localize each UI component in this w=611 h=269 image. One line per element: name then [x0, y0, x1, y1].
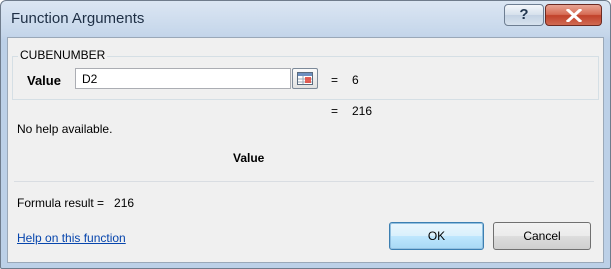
- function-help-text: No help available.: [17, 122, 113, 136]
- function-name: CUBENUMBER: [18, 48, 108, 62]
- help-on-function-link[interactable]: Help on this function: [17, 231, 126, 245]
- close-button[interactable]: [545, 4, 602, 26]
- value-argument-input[interactable]: [75, 68, 291, 89]
- title-bar[interactable]: Function Arguments ?: [1, 1, 610, 39]
- result-equals-sign: =: [331, 104, 339, 118]
- dialog-title: Function Arguments: [11, 10, 145, 27]
- argument-equals-sign: =: [331, 73, 339, 87]
- cancel-button[interactable]: Cancel: [493, 222, 591, 250]
- close-icon: [566, 9, 582, 22]
- formula-result-label: Formula result =: [17, 196, 105, 210]
- argument-description: Value: [233, 151, 265, 165]
- help-icon: ?: [519, 6, 529, 23]
- help-button[interactable]: ?: [504, 4, 544, 26]
- argument-label: Value: [27, 73, 61, 88]
- collapse-dialog-icon: [297, 72, 313, 85]
- formula-result: Formula result = 216: [17, 196, 134, 210]
- ok-button[interactable]: OK: [389, 222, 484, 250]
- collapse-dialog-button[interactable]: [292, 68, 318, 89]
- formula-result-value: 216: [114, 196, 135, 210]
- argument-evaluated-value: 6: [352, 73, 359, 87]
- result-preview-value: 216: [352, 104, 373, 118]
- divider: [14, 181, 594, 182]
